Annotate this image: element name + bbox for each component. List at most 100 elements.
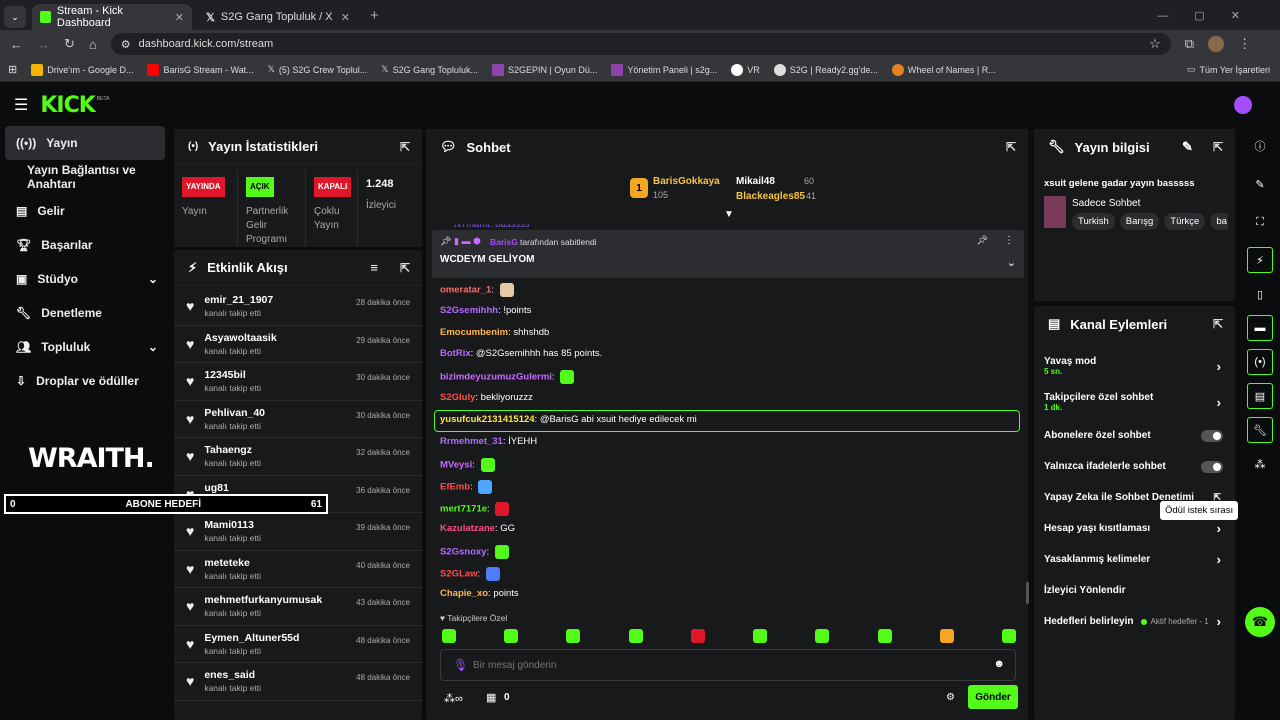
hamburger-menu-icon[interactable]: ☰ [14,95,28,115]
user-avatar[interactable] [1234,96,1252,114]
chat-username[interactable]: S2Gsemihhh [440,305,498,316]
bookmark-item[interactable]: BarisG Stream - Wat... [147,63,254,76]
all-bookmarks[interactable]: ▭ Tüm Yer İşaretleri [1187,64,1270,75]
bookmark-star-icon[interactable]: ☆ [1149,36,1161,52]
close-tab-icon[interactable]: ✕ [341,11,350,24]
emote-icon[interactable] [1001,629,1016,643]
popout-icon[interactable]: ⇱ [1213,140,1223,154]
popout-icon[interactable]: ⇱ [1006,140,1016,154]
filter-icon[interactable]: ≡ [370,260,378,275]
sidebar-item-topluluk[interactable]: 👥︎ Topluluk ⌄ [0,330,170,364]
sidebar-item-gelir[interactable]: ▤ Gelir [0,194,170,228]
apps-grid-icon[interactable]: ⊞ [8,63,17,76]
bookmark-item[interactable]: 𝕏 (5) S2G Crew Toplul... [268,64,368,75]
sidebar-item-denetleme[interactable]: 🔧︎ Denetleme [0,296,170,330]
chat-message-field[interactable] [473,656,953,674]
tag-chip[interactable]: Turkish [1072,213,1115,230]
popout-icon[interactable]: ⇱ [400,140,410,154]
site-info-icon[interactable]: ⚙ [121,38,131,51]
address-bar[interactable]: ⚙ dashboard.kick.com/stream ☆ [110,33,1171,55]
chat-username[interactable]: Kazulatzane [440,523,495,534]
chat-username[interactable]: EfEmb [440,482,470,493]
support-icon[interactable]: ☎ [1245,607,1275,637]
chat-username[interactable]: S2Gluly [440,392,475,403]
tab-x-community[interactable]: 𝕏 S2G Gang Topluluk / X ✕ [198,4,358,30]
channel-action-item[interactable]: Takipçilere özel sohbet 1 dk. › [1034,384,1235,420]
sidebar-item-stream-key[interactable]: Yayın Bağlantısı ve Anahtarı [0,160,170,194]
bookmark-item[interactable]: VR [731,63,760,76]
kick-logo[interactable]: KICK [40,93,95,118]
tag-chip[interactable]: Türkçe [1164,213,1206,230]
tag-chip[interactable]: Barışg [1119,213,1160,230]
emote-icon[interactable] [628,629,643,643]
channel-action-item[interactable]: Yalnızca ifadelerle sohbet [1034,451,1235,482]
tab-list-icon[interactable]: ⌄ [4,6,26,28]
toggle-switch[interactable] [1201,429,1223,442]
chat-username[interactable]: Rrmehmet_31 [440,436,503,447]
bookmark-item[interactable]: 𝕏 S2G Gang Topluluk... [381,64,478,75]
sidebar-item-yayin[interactable]: ((•)) Yayın [5,126,165,160]
channel-action-item[interactable]: Abonelere özel sohbet [1034,420,1235,451]
moderation-icon[interactable]: ▤ [1247,383,1273,409]
popout-icon[interactable]: ⇱ [400,261,410,275]
document-icon[interactable]: ▯ [1247,281,1273,307]
extensions-icon[interactable]: ⧉ [1185,36,1194,52]
channel-action-item[interactable]: Yavaş mod 5 sn. › [1034,348,1235,384]
chat-username[interactable]: MVeysi [440,460,472,471]
emote-icon[interactable] [815,629,830,643]
tag-chip[interactable]: ba [1210,213,1228,230]
broadcast-icon[interactable]: (•) [1247,349,1273,375]
emote-icon[interactable] [442,629,456,643]
channel-action-item[interactable]: İzleyici Yönlendir [1034,575,1235,606]
bookmark-item[interactable]: Yönetim Paneli | s2g... [611,63,717,76]
emote-icon[interactable] [690,629,705,643]
prediction-icon[interactable]: ⁂∞ [444,692,463,705]
fullscreen-icon[interactable]: ⛶ [1247,209,1273,235]
chat-username[interactable]: BotRix [440,348,471,359]
bookmark-item[interactable]: S2G | Ready2.gg'de... [773,63,878,76]
profile-avatar[interactable] [1208,36,1225,52]
chevron-down-icon[interactable]: ⌄ [1007,256,1016,269]
home-icon[interactable]: ⌂ [89,37,97,52]
chat-icon[interactable]: ▬ [1247,315,1273,341]
menu-icon[interactable]: ⋮ [1238,36,1251,52]
chat-username[interactable]: mert7171e [440,504,487,515]
forward-icon[interactable]: → [37,37,50,52]
close-tab-icon[interactable]: ✕ [175,11,184,24]
wrench-icon[interactable]: 🔧︎ [1247,417,1273,443]
popout-icon[interactable]: ⇱ [1213,317,1223,331]
chat-settings-icon[interactable]: ⚙ [946,692,955,703]
emote-icon[interactable] [939,629,954,643]
tab-kick-dashboard[interactable]: Stream - Kick Dashboard ✕ [32,4,192,30]
mic-icon[interactable]: 🎙︎ [453,658,468,672]
store-icon[interactable]: ▦ [486,691,496,704]
lightning-icon[interactable]: ⚡︎ [1247,247,1273,273]
chat-username[interactable]: bizimdeyuzumuzGulermi [440,372,552,383]
chat-username[interactable]: Chapie_xo [440,588,488,599]
reward-queue-icon[interactable]: ⁂ [1247,451,1273,477]
more-options-icon[interactable]: ⋮ [1004,235,1014,246]
chat-username[interactable]: S2GLaw [440,569,478,580]
toggle-switch[interactable] [1201,460,1223,473]
emoji-icon[interactable]: ☻ [993,658,1005,670]
chat-username[interactable]: S2Gsnoxy [440,547,486,558]
chat-input[interactable]: 🎙︎ ☻ [440,649,1016,681]
bookmark-item[interactable]: Drive'ım - Google D... [31,63,133,76]
chat-username[interactable]: omeratar_1 [440,285,491,296]
chat-scrollbar[interactable] [1026,582,1029,604]
expand-arrow-icon[interactable]: ▼ [724,209,734,220]
bookmark-item[interactable]: Wheel of Names | R... [891,63,996,76]
emote-icon[interactable] [877,629,892,643]
channel-action-item[interactable]: Yasaklanmış kelimeler › [1034,544,1235,575]
chat-username[interactable]: Emocumbenim [440,327,508,338]
info-icon[interactable]: ⓘ [1247,133,1273,159]
emote-icon[interactable] [566,629,581,643]
bookmark-item[interactable]: S2GEPIN | Oyun Dü... [491,63,597,76]
sidebar-item-droplar[interactable]: ⇩ Droplar ve ödüller [0,364,170,398]
edit-icon[interactable]: ✎ [1247,171,1273,197]
back-icon[interactable]: ← [10,37,23,52]
new-tab-icon[interactable]: + [370,7,379,24]
channel-action-item[interactable]: Hedefleri belirleyin Aktif hedefler - 1 › [1034,606,1235,637]
emote-icon[interactable] [753,629,768,643]
send-button[interactable]: Gönder [968,685,1018,709]
